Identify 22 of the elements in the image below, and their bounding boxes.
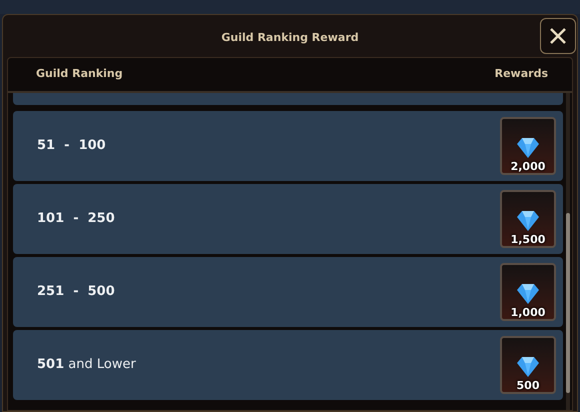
reward-slot[interactable]: 1,000 — [500, 263, 556, 321]
reward-amount: 500 — [516, 380, 540, 391]
rank-label: 251 - 500 — [37, 283, 115, 302]
diamond-icon — [516, 356, 540, 378]
diamond-icon — [516, 283, 540, 305]
close-icon — [549, 27, 567, 45]
column-header: Guild Ranking — [36, 66, 123, 82]
diamond-icon — [516, 210, 540, 232]
close-button[interactable] — [540, 18, 576, 54]
rank-label: 501 and Lower — [37, 356, 136, 374]
reward-amount: 1,500 — [510, 234, 546, 245]
reward-amount: 1,000 — [510, 307, 546, 318]
column-header: Rewards — [494, 66, 548, 82]
rank-label: 101 - 250 — [37, 210, 115, 228]
reward-slot[interactable]: 500 — [500, 336, 556, 394]
window-title: Guild Ranking Reward — [220, 30, 360, 46]
reward-amount: 2,000 — [510, 161, 546, 172]
scrollbar-thumb[interactable] — [566, 213, 570, 393]
rank-label: 51 - 100 — [37, 137, 106, 156]
reward-slot[interactable]: 1,500 — [500, 190, 556, 248]
reward-slot[interactable]: 2,000 — [500, 117, 556, 175]
diamond-icon — [516, 137, 540, 159]
